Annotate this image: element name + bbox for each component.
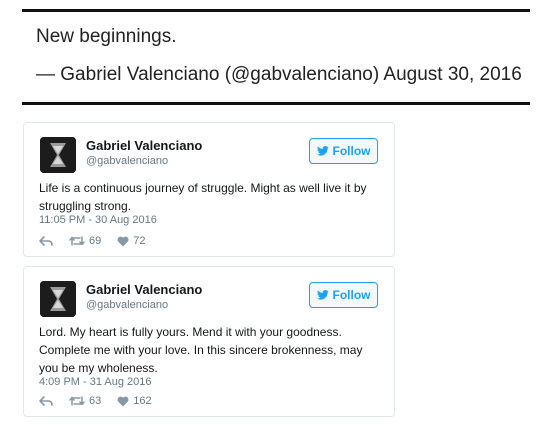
heart-icon (117, 236, 129, 247)
tweet-timestamp[interactable]: 4:09 PM - 31 Aug 2016 (39, 376, 152, 388)
reply-button[interactable] (39, 396, 53, 406)
retweet-button[interactable]: 69 (69, 235, 101, 247)
tweet-text: Life is a continuous journey of struggle… (39, 181, 367, 213)
reply-icon (39, 396, 53, 406)
retweet-icon (69, 396, 85, 406)
quote-top-rule (22, 9, 530, 12)
author-name[interactable]: Gabriel Valenciano (86, 282, 202, 297)
like-button[interactable]: 72 (117, 235, 146, 247)
follow-button[interactable]: Follow (309, 282, 378, 308)
retweet-button[interactable]: 63 (69, 395, 101, 407)
twitter-bird-icon (316, 146, 329, 156)
retweet-count: 69 (89, 235, 102, 247)
tweet-timestamp[interactable]: 11:05 PM - 30 Aug 2016 (39, 214, 157, 226)
reply-icon (39, 236, 53, 246)
tweet-card[interactable]: Gabriel Valenciano @gabvalenciano Follow… (23, 266, 395, 417)
author-handle[interactable]: @gabvalenciano (86, 299, 168, 311)
retweet-count: 63 (89, 395, 102, 407)
like-button[interactable]: 162 (117, 395, 152, 407)
reply-button[interactable] (39, 236, 53, 246)
like-count: 162 (133, 395, 152, 407)
twitter-bird-icon (316, 290, 329, 300)
quote-bottom-rule (22, 102, 530, 105)
follow-label: Follow (332, 288, 371, 302)
avatar[interactable] (40, 281, 76, 317)
heart-icon (117, 396, 129, 407)
tweet-card[interactable]: Gabriel Valenciano @gabvalenciano Follow… (23, 122, 395, 257)
follow-label: Follow (332, 144, 371, 158)
tweet-actions: 69 72 (39, 235, 162, 247)
like-count: 72 (133, 235, 146, 247)
avatar[interactable] (40, 137, 76, 173)
follow-button[interactable]: Follow (309, 138, 378, 164)
retweet-icon (69, 236, 85, 246)
quote-text: New beginnings. (36, 26, 177, 47)
quote-attribution: — Gabriel Valenciano (@gabvalenciano) Au… (36, 64, 522, 85)
tweet-actions: 63 162 (39, 395, 168, 407)
author-name[interactable]: Gabriel Valenciano (86, 138, 202, 153)
blockquote: New beginnings. — Gabriel Valenciano (@g… (22, 0, 530, 106)
tweet-text: Lord. My heart is fully yours. Mend it w… (39, 325, 363, 375)
author-handle[interactable]: @gabvalenciano (86, 155, 168, 167)
